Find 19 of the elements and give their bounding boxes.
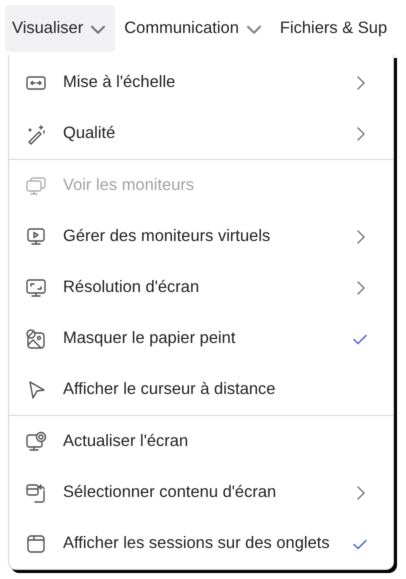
menu-tab[interactable]: Fichiers & Sup [272,5,396,52]
menu-item[interactable]: Masquer le papier peint [9,313,393,364]
menu-item[interactable]: Mise à l'échelle [9,57,393,108]
image-off-icon [25,328,47,350]
menu-item[interactable]: Qualité [9,108,393,159]
menu-item[interactable]: Sélectionner contenu d'écran [9,467,393,518]
monitor-play-icon [25,226,47,248]
menu-tab[interactable]: Communication [117,5,271,52]
windows-icon [25,482,47,504]
tab-icon [25,532,47,554]
monitors-icon [25,174,47,196]
menu-item[interactable]: Gérer des moniteurs virtuels [9,211,393,262]
menu-item[interactable]: Actualiser l'écran [9,416,393,467]
menu-item[interactable]: Afficher les sessions sur des onglets [9,518,393,569]
menu-tab[interactable]: Visualiser [5,5,116,52]
monitor-icon [25,276,47,298]
monitor-refresh-icon [25,430,47,452]
menu-item[interactable]: Résolution d'écran [9,262,393,313]
menu-item[interactable]: Afficher le curseur à distance [9,364,393,415]
